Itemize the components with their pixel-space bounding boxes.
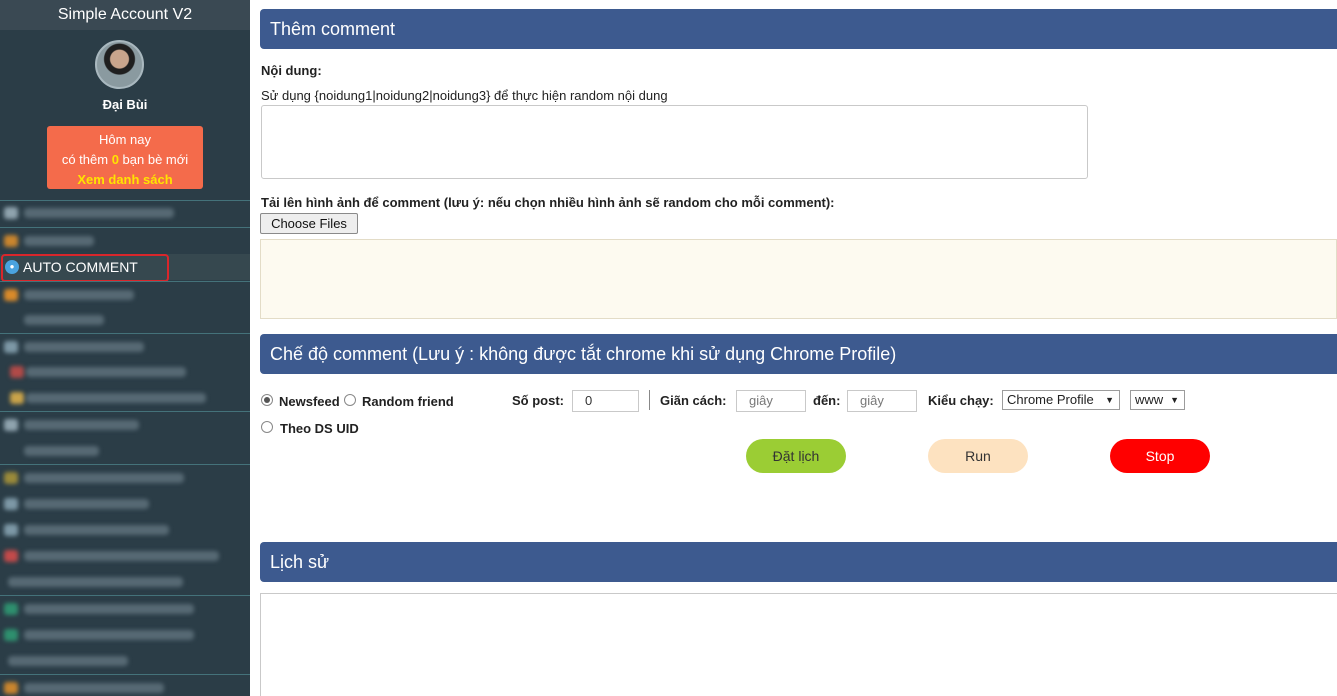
post-count-input[interactable]: 0 bbox=[572, 390, 639, 412]
avatar[interactable] bbox=[95, 40, 144, 89]
interval-to-input[interactable]: giây bbox=[847, 390, 917, 412]
menu-item-icon bbox=[4, 629, 18, 641]
comment-mode-header: Chế độ comment (Lưu ý : không được tắt c… bbox=[260, 334, 1337, 374]
menu-item-icon bbox=[4, 341, 18, 353]
run-mode-select[interactable]: Chrome Profile ▼ bbox=[1002, 390, 1120, 410]
run-mode-label: Kiểu chạy: bbox=[928, 393, 994, 408]
sidebar: Simple Account V2 Đại Bùi Hôm nay có thê… bbox=[0, 0, 250, 696]
menu-item-icon bbox=[10, 392, 24, 404]
history-log-area[interactable] bbox=[260, 593, 1337, 696]
sidebar-item[interactable] bbox=[0, 543, 250, 569]
menu-item-label-blurred bbox=[24, 420, 139, 430]
to-label: đến: bbox=[813, 393, 841, 408]
dropdown-arrow-icon: ▼ bbox=[1105, 395, 1114, 405]
menu-item-icon bbox=[4, 235, 18, 247]
domain-value: www bbox=[1135, 392, 1164, 407]
interval-from-input[interactable]: giây bbox=[736, 390, 806, 412]
menu-item-icon bbox=[4, 472, 18, 484]
menu-item-label-blurred bbox=[24, 499, 149, 509]
notice-line2: có thêm 0 bạn bè mới bbox=[47, 150, 203, 170]
upload-label: Tải lên hình ảnh để comment (lưu ý: nếu … bbox=[261, 195, 835, 210]
sidebar-item[interactable] bbox=[0, 307, 250, 333]
radio-random-friend[interactable] bbox=[344, 394, 356, 406]
radio-newsfeed[interactable] bbox=[261, 394, 273, 406]
interval-label: Giãn cách: bbox=[660, 393, 727, 408]
sidebar-item[interactable] bbox=[0, 491, 250, 517]
run-mode-value: Chrome Profile bbox=[1007, 392, 1094, 407]
menu-item-icon bbox=[10, 366, 24, 378]
sidebar-item[interactable] bbox=[0, 569, 250, 595]
menu-item-label-blurred bbox=[24, 551, 219, 561]
menu-item-icon bbox=[4, 603, 18, 615]
notice-line1: Hôm nay bbox=[98, 132, 152, 147]
menu-item-label-blurred bbox=[8, 577, 183, 587]
menu-item-icon bbox=[4, 207, 18, 219]
menu-item-icon bbox=[4, 419, 18, 431]
menu-item-label-blurred bbox=[8, 656, 128, 666]
sidebar-item[interactable] bbox=[0, 412, 250, 438]
menu-item-label-blurred bbox=[26, 367, 186, 377]
menu-item-icon bbox=[4, 550, 18, 562]
app-window: Simple Account V2 Đại Bùi Hôm nay có thê… bbox=[0, 0, 1337, 696]
sidebar-item[interactable] bbox=[0, 438, 250, 464]
radio-by-uid[interactable] bbox=[261, 421, 273, 433]
choose-files-button[interactable]: Choose Files bbox=[260, 213, 358, 234]
menu-item-icon bbox=[4, 524, 18, 536]
notice-suffix: bạn bè mới bbox=[118, 152, 189, 167]
sidebar-item[interactable] bbox=[0, 385, 250, 411]
new-friend-count: 0 bbox=[111, 152, 119, 167]
main-content: Thêm comment Nội dung: Sử dụng {noidung1… bbox=[260, 0, 1337, 696]
post-count-label: Số post: bbox=[512, 393, 564, 408]
content-label: Nội dung: bbox=[261, 63, 322, 78]
dropdown-arrow-icon: ▼ bbox=[1170, 395, 1179, 405]
sidebar-item[interactable] bbox=[0, 334, 250, 360]
menu-item-icon bbox=[4, 498, 18, 510]
history-header: Lịch sử bbox=[260, 542, 1337, 582]
menu-item-label-blurred bbox=[24, 683, 164, 693]
menu-item-label-blurred bbox=[24, 342, 144, 352]
image-preview-area bbox=[260, 239, 1337, 319]
domain-select[interactable]: www ▼ bbox=[1130, 390, 1185, 410]
menu-item-label-blurred bbox=[24, 630, 194, 640]
add-comment-header: Thêm comment bbox=[260, 9, 1337, 49]
menu-item-label-blurred bbox=[24, 525, 169, 535]
view-list-link[interactable]: Xem danh sách bbox=[47, 170, 203, 190]
menu-item-label-blurred bbox=[24, 236, 94, 246]
menu-item-label-blurred bbox=[24, 290, 134, 300]
stop-button[interactable]: Stop bbox=[1110, 439, 1210, 473]
sidebar-item[interactable] bbox=[0, 622, 250, 648]
highlight-box bbox=[1, 254, 169, 282]
sidebar-item-auto-comment[interactable]: ● AUTO COMMENT bbox=[0, 254, 250, 282]
notice-prefix: có thêm bbox=[61, 152, 112, 167]
friend-notice-box: Hôm nay có thêm 0 bạn bè mới Xem danh sá… bbox=[47, 126, 203, 189]
menu-item-label-blurred bbox=[24, 446, 99, 456]
sidebar-item[interactable] bbox=[0, 675, 250, 696]
by-uid-label: Theo DS UID bbox=[280, 421, 359, 436]
app-title: Simple Account V2 bbox=[0, 0, 250, 30]
sidebar-item[interactable] bbox=[0, 517, 250, 543]
schedule-button[interactable]: Đặt lịch bbox=[746, 439, 846, 473]
menu-item-icon bbox=[4, 289, 18, 301]
menu-item-label-blurred bbox=[26, 393, 206, 403]
comment-content-textarea[interactable] bbox=[261, 105, 1088, 179]
sidebar-item[interactable] bbox=[0, 465, 250, 491]
run-button[interactable]: Run bbox=[928, 439, 1028, 473]
sidebar-item[interactable] bbox=[0, 648, 250, 674]
divider bbox=[649, 390, 650, 410]
sidebar-item[interactable] bbox=[0, 359, 250, 385]
sidebar-item[interactable] bbox=[0, 282, 250, 308]
sidebar-item[interactable] bbox=[0, 596, 250, 622]
menu-item-label-blurred bbox=[24, 208, 174, 218]
sidebar-item[interactable] bbox=[0, 228, 250, 254]
username: Đại Bùi bbox=[102, 97, 148, 112]
random-friend-label: Random friend bbox=[362, 394, 454, 409]
newsfeed-label: Newsfeed bbox=[279, 394, 340, 409]
sidebar-item[interactable] bbox=[0, 200, 250, 226]
menu-item-icon bbox=[4, 682, 18, 694]
content-hint: Sử dụng {noidung1|noidung2|noidung3} để … bbox=[261, 88, 668, 103]
menu-item-label-blurred bbox=[24, 315, 104, 325]
menu-item-label-blurred bbox=[24, 604, 194, 614]
menu-item-label-blurred bbox=[24, 473, 184, 483]
